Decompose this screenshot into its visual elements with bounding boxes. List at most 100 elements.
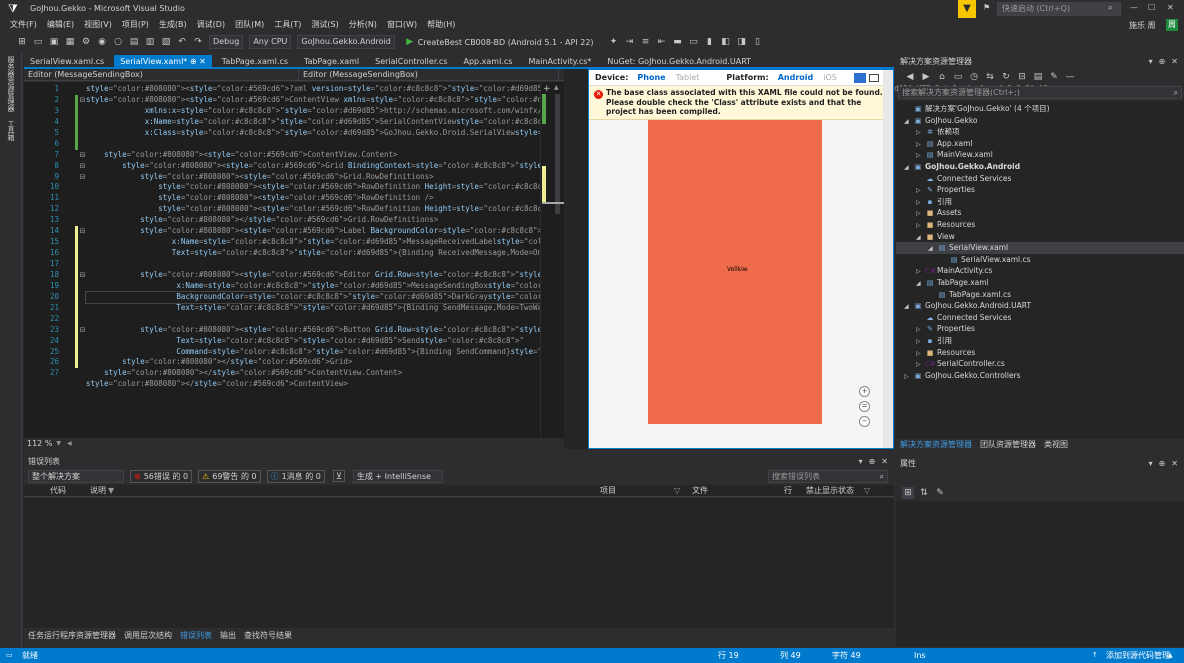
collapse-all-icon[interactable]: ⊟ <box>1016 71 1028 83</box>
tree-item[interactable]: ▷ C#MainActivity.cs <box>896 265 1184 277</box>
tree-item[interactable]: ▷ ▤ App.xaml <box>896 138 1184 150</box>
server-explorer-tab[interactable]: 服务器资源管理器 <box>6 52 16 116</box>
code-line[interactable]: style="color:#808080"><style="color:#569… <box>86 84 1052 95</box>
attach-icon[interactable]: ✦ <box>608 36 620 48</box>
tree-item[interactable]: ☁ Connected Services <box>896 312 1184 324</box>
scroll-thumb[interactable] <box>555 94 560 214</box>
code-line[interactable]: Text=style="color:#c8c8c8">"style="color… <box>86 248 678 259</box>
zoom-level[interactable]: 112 % <box>27 439 52 448</box>
tree-item[interactable]: ◢ ▤ SerialView.xaml <box>896 242 1184 254</box>
maximize-button[interactable]: ☐ <box>1148 3 1155 12</box>
editor-vertical-scrollbar[interactable]: + ▲ <box>540 82 564 438</box>
code-line[interactable] <box>86 314 556 325</box>
tab-class-view[interactable]: 类视图 <box>1040 439 1072 451</box>
tree-item[interactable]: ◢ ▤ TabPage.xaml <box>896 277 1184 289</box>
run-target-button[interactable]: CreateBest CB008-BD (Android 5.1 - API 2… <box>418 38 594 47</box>
chevron-up-icon[interactable]: ▲ <box>1168 648 1173 663</box>
build-intellisense-select[interactable]: 生成 + IntelliSense <box>352 469 443 483</box>
tree-item[interactable]: ▷ ■ Assets <box>896 207 1184 219</box>
column-project[interactable]: 项目 <box>600 485 616 497</box>
minimize-button[interactable]: — <box>1130 3 1138 12</box>
sync-icon[interactable]: ⇆ <box>984 71 996 83</box>
code-line[interactable]: BackgroundColor=style="color:#c8c8c8">"s… <box>85 290 592 304</box>
errors-filter-button[interactable]: ⊗ 56错误 的 0 <box>130 469 193 483</box>
navigate-back-icon[interactable]: ◉ <box>96 36 108 48</box>
type-navigation-select[interactable]: Editor (MessageSendingBox) <box>24 69 299 80</box>
pending-changes-icon[interactable]: ◷ <box>968 71 980 83</box>
code-line[interactable]: style="color:#808080"><style="color:#569… <box>86 172 556 183</box>
tree-item[interactable]: ▤ SerialView.xaml.cs <box>896 254 1184 266</box>
expand-arrow-icon[interactable]: ▷ <box>904 371 913 383</box>
code-line[interactable]: style="color:#808080"></style="color:#56… <box>86 379 556 390</box>
solution-tree[interactable]: ▣ 解决方案'GoJhou.Gekko' (4 个项目) ◢ ▣ GoJhou.Gekk… <box>896 101 1184 439</box>
dropdown-icon[interactable]: ▾ <box>859 457 863 466</box>
menu-team[interactable]: 团队(M) <box>230 18 269 32</box>
code-editor[interactable]: 1 2 3 4 5 6 7 8 9 10 11 12 13 14 15 16 17 18 19 20 21 22 23 24 2… <box>24 82 1052 438</box>
column-line[interactable]: 行 <box>784 485 792 497</box>
menu-project[interactable]: 项目(P) <box>117 18 154 32</box>
column-file[interactable]: 文件 <box>692 485 708 497</box>
code-text[interactable]: style="color:#808080"><style="color:#569… <box>85 84 1052 390</box>
auto-hide-icon[interactable]: ⊕ <box>1159 459 1166 468</box>
tab-solution-explorer[interactable]: 解决方案资源管理器 <box>896 439 976 451</box>
tree-item[interactable]: ▤ TabPage.xaml.cs <box>896 289 1184 301</box>
device-phone-tab[interactable]: Phone <box>637 73 665 82</box>
tree-item[interactable]: ▷ ▤ MainView.xaml <box>896 149 1184 161</box>
solution-configuration-select[interactable]: Debug <box>209 35 244 49</box>
tree-item[interactable]: ▷ ■ Resources <box>896 219 1184 231</box>
menu-test[interactable]: 测试(S) <box>306 18 343 32</box>
indent-icon[interactable]: ⇤ <box>656 36 668 48</box>
avatar[interactable]: 周 <box>1166 19 1178 31</box>
code-line[interactable]: x:Name=style="color:#c8c8c8">"style="col… <box>86 117 560 128</box>
zoom-in-icon[interactable]: + <box>859 386 870 397</box>
zoom-out-icon[interactable]: − <box>859 416 870 427</box>
startup-project-select[interactable]: GoJhou.Gekko.Android <box>297 35 395 49</box>
code-line[interactable]: Text=style="color:#c8c8c8">"style="color… <box>86 303 664 314</box>
redo-icon[interactable]: ↷ <box>192 36 204 48</box>
device-tablet-tab[interactable]: Tablet <box>676 73 700 82</box>
menu-tools[interactable]: 工具(T) <box>269 18 306 32</box>
new-item-icon[interactable]: ▤ <box>128 36 140 48</box>
tree-item[interactable]: ◢ ▣ GoJhou.Gekko.Android.UART <box>896 300 1184 312</box>
bookmark-icon[interactable]: ▮ <box>704 36 716 48</box>
uncomment-icon[interactable]: ▭ <box>688 36 700 48</box>
dropdown-icon[interactable]: ▾ <box>1149 459 1153 468</box>
solution-search-input[interactable]: 搜索解决方案资源管理器(Ctrl+;) ⌕ <box>898 86 1182 99</box>
column-code[interactable]: 代码 <box>50 485 66 497</box>
platform-ios-tab[interactable]: iOS <box>823 73 837 82</box>
menu-window[interactable]: 窗口(W) <box>382 18 422 32</box>
bookmark-next-icon[interactable]: ◨ <box>736 36 748 48</box>
chevron-down-icon[interactable]: ▼ <box>56 440 61 447</box>
undo-icon[interactable]: ↶ <box>176 36 188 48</box>
error-scope-select[interactable]: 整个解决方案 <box>28 469 124 483</box>
landscape-orientation-icon[interactable] <box>869 73 879 82</box>
code-line[interactable]: style="color:#808080"><style="color:#569… <box>86 204 781 215</box>
code-line[interactable]: x:Class=style="color:#c8c8c8">"style="co… <box>86 128 624 139</box>
search-icon[interactable]: ⌕ <box>1174 87 1178 98</box>
comment-icon[interactable]: ▬ <box>672 36 684 48</box>
tree-item[interactable]: ◢ ■ View <box>896 231 1184 243</box>
tree-item[interactable]: ◢ ▣ GoJhou.Gekko <box>896 115 1184 127</box>
code-line[interactable]: style="color:#808080"><style="color:#569… <box>86 325 727 336</box>
back-icon[interactable]: ◀ <box>904 71 916 83</box>
menu-view[interactable]: 视图(V) <box>79 18 117 32</box>
feedback-filter-icon[interactable]: ▼ <box>958 0 976 18</box>
tree-item[interactable]: ◢ ▣ GoJhou.Gekko.Android <box>896 161 1184 173</box>
search-icon[interactable]: ⌕ <box>1108 3 1112 13</box>
format-icon[interactable]: ≡ <box>640 36 652 48</box>
close-panel-icon[interactable]: ✕ <box>881 457 888 466</box>
column-filter-icon[interactable]: ▽ <box>674 485 680 497</box>
code-line[interactable]: style="color:#808080"></style="color:#56… <box>86 368 556 379</box>
tree-item[interactable]: ▷ ▪ 引用 <box>896 196 1184 208</box>
refresh-icon[interactable]: ↻ <box>1000 71 1012 83</box>
tab-call-hierarchy[interactable]: 调用层次结构 <box>120 630 176 642</box>
notification-flag-icon[interactable]: ⚑ <box>983 3 990 12</box>
code-line[interactable]: style="color:#808080"><style="color:#569… <box>86 150 556 161</box>
auto-hide-icon[interactable]: ⊕ <box>869 457 876 466</box>
open-file-icon[interactable]: ▭ <box>32 36 44 48</box>
code-line[interactable]: Command=style="color:#c8c8c8">"style="co… <box>86 347 623 358</box>
messages-filter-button[interactable]: ⓘ 1消息 的 0 <box>266 469 325 483</box>
menu-build[interactable]: 生成(B) <box>154 18 192 32</box>
code-line[interactable] <box>86 139 556 150</box>
menu-analyze[interactable]: 分析(N) <box>344 18 382 32</box>
